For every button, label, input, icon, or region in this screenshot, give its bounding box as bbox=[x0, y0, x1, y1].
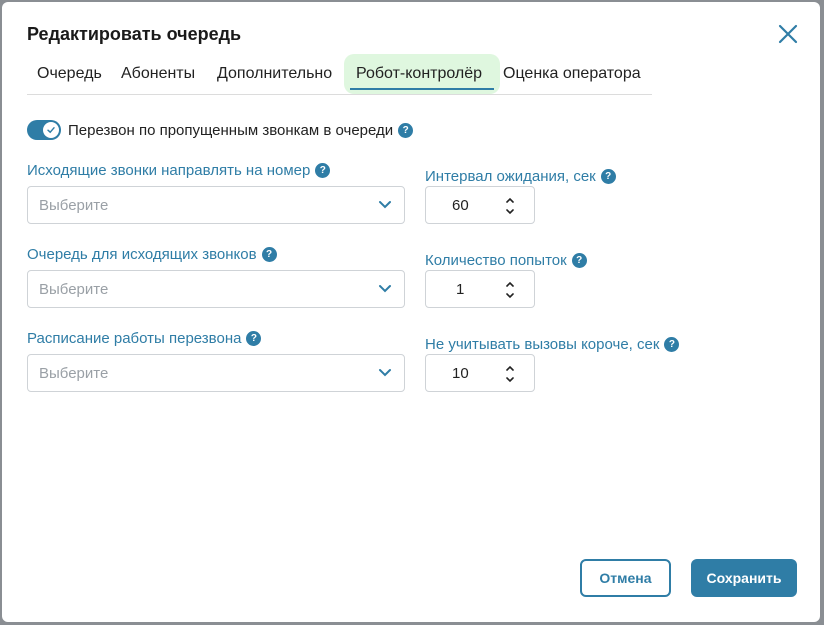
tab-queue[interactable]: Очередь bbox=[37, 54, 102, 94]
help-icon[interactable]: ? bbox=[571, 253, 587, 268]
outgoing-queue-label-text: Очередь для исходящих звонков bbox=[27, 246, 257, 263]
help-icon[interactable]: ? bbox=[664, 337, 680, 352]
dialog-title: Редактировать очередь bbox=[27, 24, 242, 44]
tab-robot-controller[interactable]: Робот-контролёр bbox=[344, 54, 500, 94]
help-icon[interactable]: ? bbox=[261, 247, 277, 262]
min-call-length-label-text: Не учитывать вызовы короче, сек bbox=[425, 336, 660, 353]
edit-queue-dialog: Редактировать очередь Очередь Абоненты Д… bbox=[2, 2, 820, 622]
callback-toggle-label: Перезвон по пропущенным звонкам в очеред… bbox=[68, 121, 394, 139]
chevron-down-icon bbox=[379, 201, 391, 209]
outgoing-number-select[interactable]: Выберите bbox=[27, 186, 405, 224]
select-placeholder: Выберите bbox=[39, 197, 109, 214]
tab-subscribers[interactable]: Абоненты bbox=[121, 54, 195, 94]
tab-additional[interactable]: Дополнительно bbox=[217, 54, 332, 94]
tab-operator-rating[interactable]: Оценка оператора bbox=[503, 54, 641, 94]
callback-toggle-row: Перезвон по пропущенным звонкам в очеред… bbox=[27, 119, 414, 141]
chevron-down-icon bbox=[379, 285, 391, 293]
spinner-arrows-icon[interactable] bbox=[504, 363, 516, 385]
schedule-label-text: Расписание работы перезвона bbox=[27, 330, 242, 347]
attempts-input[interactable]: 1 bbox=[425, 270, 535, 308]
attempts-label: Количество попыток ? bbox=[425, 252, 587, 269]
min-call-length-input[interactable]: 10 bbox=[425, 354, 535, 392]
help-icon[interactable]: ? bbox=[398, 122, 414, 138]
help-icon[interactable]: ? bbox=[315, 163, 331, 178]
select-placeholder: Выберите bbox=[39, 365, 109, 382]
check-icon bbox=[43, 122, 59, 138]
schedule-select[interactable]: Выберите bbox=[27, 354, 405, 392]
select-placeholder: Выберите bbox=[39, 281, 109, 298]
schedule-label: Расписание работы перезвона ? bbox=[27, 330, 262, 347]
wait-interval-label: Интервал ожидания, сек ? bbox=[425, 168, 616, 185]
wait-interval-label-text: Интервал ожидания, сек bbox=[425, 168, 596, 185]
attempts-label-text: Количество попыток bbox=[425, 252, 567, 269]
save-button[interactable]: Сохранить bbox=[691, 559, 797, 597]
attempts-value: 1 bbox=[456, 281, 465, 298]
min-call-length-value: 10 bbox=[452, 365, 469, 382]
cancel-button[interactable]: Отмена bbox=[580, 559, 671, 597]
wait-interval-value: 60 bbox=[452, 197, 469, 214]
chevron-down-icon bbox=[379, 369, 391, 377]
help-icon[interactable]: ? bbox=[246, 331, 262, 346]
outgoing-number-label: Исходящие звонки направлять на номер ? bbox=[27, 162, 331, 179]
outgoing-number-label-text: Исходящие звонки направлять на номер bbox=[27, 162, 311, 179]
spinner-arrows-icon[interactable] bbox=[504, 195, 516, 217]
wait-interval-input[interactable]: 60 bbox=[425, 186, 535, 224]
help-icon[interactable]: ? bbox=[600, 169, 616, 184]
outgoing-queue-label: Очередь для исходящих звонков ? bbox=[27, 246, 277, 263]
min-call-length-label: Не учитывать вызовы короче, сек ? bbox=[425, 336, 680, 353]
tab-bar: Очередь Абоненты Дополнительно Робот-кон… bbox=[27, 54, 652, 95]
callback-toggle[interactable] bbox=[27, 120, 61, 140]
close-icon[interactable] bbox=[776, 22, 800, 46]
outgoing-queue-select[interactable]: Выберите bbox=[27, 270, 405, 308]
spinner-arrows-icon[interactable] bbox=[504, 279, 516, 301]
